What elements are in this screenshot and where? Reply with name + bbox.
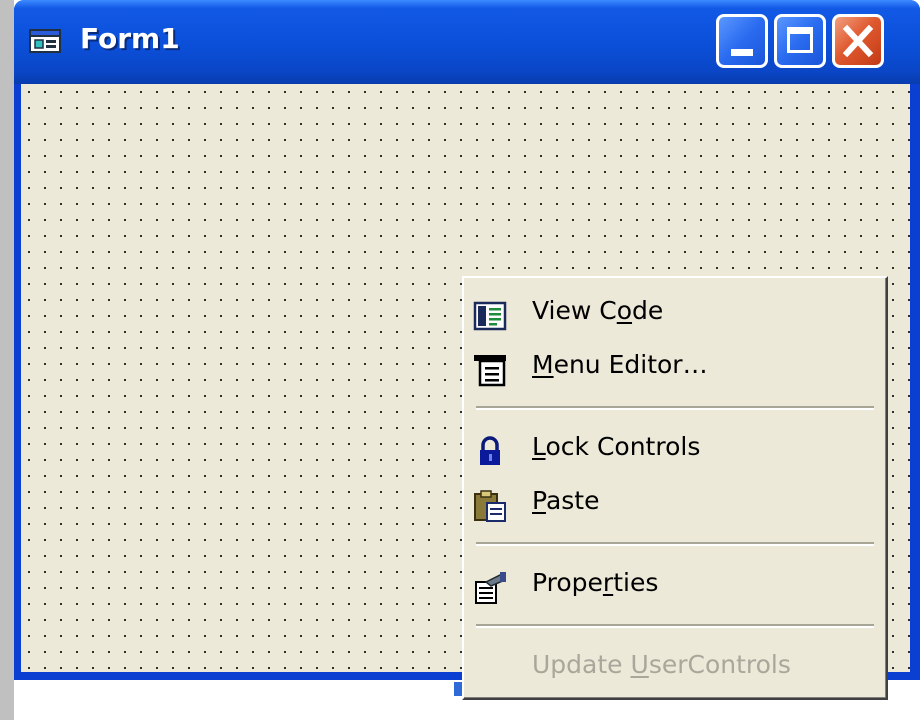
title-bar[interactable]: Form1: [14, 0, 920, 84]
properties-icon: [475, 572, 507, 604]
background-strip: [0, 0, 14, 720]
menu-item-label: View Code: [532, 296, 664, 325]
menu-separator: [476, 542, 874, 546]
clipboard-paste-icon: [474, 490, 506, 522]
menu-item-label: Update UserControls: [532, 650, 791, 679]
lock-icon: [480, 436, 500, 465]
close-button[interactable]: [832, 14, 884, 68]
form-icon: [29, 29, 61, 53]
menu-item-menu-editor[interactable]: Menu Editor…: [464, 342, 886, 394]
context-menu: View Code Menu Editor… Lock Controls Pas…: [462, 276, 888, 700]
maximize-icon: [787, 27, 813, 53]
menu-item-paste[interactable]: Paste: [464, 478, 886, 530]
minimize-icon: [731, 49, 753, 56]
menu-item-label: Properties: [532, 568, 659, 597]
menu-item-properties[interactable]: Properties: [464, 560, 886, 612]
menu-item-lock-controls[interactable]: Lock Controls: [464, 424, 886, 476]
maximize-button[interactable]: [774, 14, 826, 68]
minimize-button[interactable]: [716, 14, 768, 68]
close-icon: [842, 24, 874, 58]
menu-separator: [476, 624, 874, 628]
window-title: Form1: [80, 22, 180, 55]
menu-item-label: Lock Controls: [532, 432, 701, 461]
code-window-icon: [473, 301, 507, 331]
menu-separator: [476, 406, 874, 410]
control-handle: [454, 682, 462, 696]
menu-item-label: Paste: [532, 486, 600, 515]
menu-item-update-usercontrols: Update UserControls: [464, 642, 886, 694]
menu-editor-icon: [474, 355, 506, 387]
menu-item-view-code[interactable]: View Code: [464, 288, 886, 340]
menu-item-label: Menu Editor…: [532, 350, 708, 379]
